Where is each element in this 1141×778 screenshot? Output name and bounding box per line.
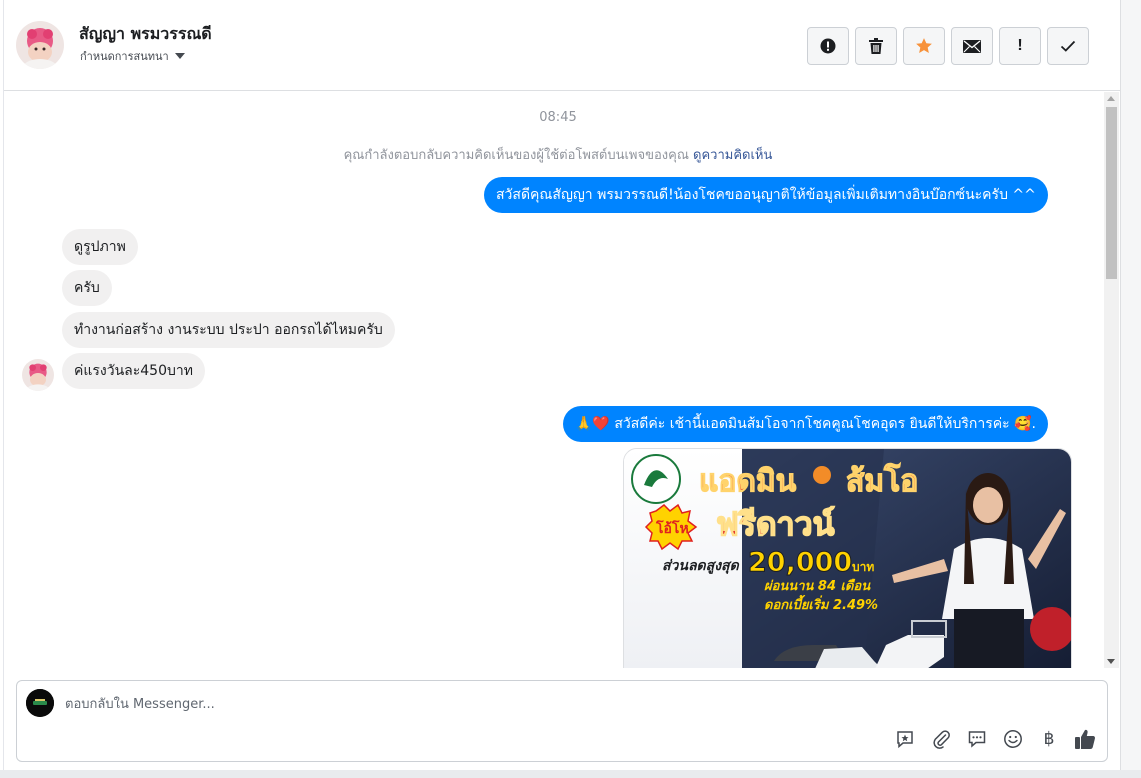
message-bubble-incoming[interactable]: ค่แรงวันละ450บาท xyxy=(62,353,205,389)
emoji-icon xyxy=(1004,730,1022,748)
assign-label: กำหนดการสนทนา xyxy=(80,50,169,63)
contact-name[interactable]: สัญญา พรมวรรณดี xyxy=(79,22,212,47)
scroll-down-arrow-icon[interactable] xyxy=(1107,659,1115,664)
promo-headline-name: ส้มโอ xyxy=(846,462,918,499)
promo-discount-label: ส่วนลดสูงสุด xyxy=(662,558,740,574)
emoji-button[interactable] xyxy=(1001,727,1025,751)
reply-composer: ฿ xyxy=(16,680,1108,762)
attach-file-button[interactable] xyxy=(929,727,953,751)
notice-text: คุณกำลังตอบกลับความคิดเห็นของผู้ใช้ต่อโพ… xyxy=(343,148,689,163)
mark-unread-button[interactable] xyxy=(951,27,993,65)
quick-reply-button[interactable] xyxy=(965,727,989,751)
contact-avatar-small xyxy=(22,359,54,391)
payment-button[interactable]: ฿ xyxy=(1037,727,1061,751)
like-button[interactable] xyxy=(1073,727,1097,751)
chat-bubble-icon xyxy=(968,731,986,748)
message-bubble-incoming[interactable]: ดูรูปภาพ xyxy=(62,229,138,265)
view-comment-link[interactable]: ดูความคิดเห็น xyxy=(693,148,772,163)
right-panel-edge xyxy=(1120,0,1141,778)
saved-reply-button[interactable] xyxy=(893,727,917,751)
thumbs-up-icon xyxy=(1075,729,1096,749)
promo-headline: แอดมิน xyxy=(699,464,797,499)
checkmark-icon xyxy=(1060,40,1076,52)
message-bubble-incoming[interactable]: ทำงานก่อสร้าง งานระบบ ประปา ออกรถได้ไหมค… xyxy=(62,312,395,348)
promo-installment: ผ่อนนาน 84 เดือน xyxy=(764,578,871,594)
message-thread[interactable]: 08:45 คุณกำลังตอบกลับความคิดเห็นของผู้ใช… xyxy=(4,92,1104,668)
reply-input[interactable] xyxy=(65,693,865,715)
saved-reply-icon xyxy=(897,731,913,749)
trash-icon xyxy=(869,38,883,54)
exclamation-mark: ! xyxy=(1017,37,1023,54)
promo-burst: โอ้โห xyxy=(655,519,689,537)
contact-avatar[interactable] xyxy=(16,21,64,69)
conversation-toolbar: ! xyxy=(807,27,1089,65)
mark-done-button[interactable] xyxy=(1047,27,1089,65)
thread-scrollbar[interactable] xyxy=(1104,92,1119,668)
promo-image[interactable]: แอดมิน ส้มโอ โอ้โห ฟรีดาวน์ ส่วนลดสูงสุด… xyxy=(623,448,1072,668)
composer-tools: ฿ xyxy=(893,727,1097,751)
scroll-up-arrow-icon[interactable] xyxy=(1107,96,1115,101)
scrollbar-thumb[interactable] xyxy=(1106,107,1117,279)
bottom-edge xyxy=(0,770,1141,778)
promo-discount-unit: บาท xyxy=(852,560,874,574)
spam-report-icon xyxy=(820,38,836,54)
mark-spam-button[interactable] xyxy=(807,27,849,65)
envelope-icon xyxy=(963,39,981,53)
message-bubble-incoming[interactable]: ครับ xyxy=(62,270,112,306)
message-bubble-outgoing[interactable]: สวัสดีคุณสัญญา พรมวรรณดี!น้องโชคขออนุญาต… xyxy=(484,177,1048,213)
baht-icon: ฿ xyxy=(1043,729,1055,749)
assign-conversation-dropdown[interactable]: กำหนดการสนทนา xyxy=(80,47,185,65)
attachment-icon xyxy=(933,730,950,749)
comment-reply-notice: คุณกำลังตอบกลับความคิดเห็นของผู้ใช้ต่อโพ… xyxy=(4,144,1104,165)
promo-discount-amount: 20,000 xyxy=(748,547,852,578)
conversation-header: สัญญา พรมวรรณดี กำหนดการสนทนา ! xyxy=(4,0,1120,91)
page-avatar xyxy=(26,689,54,717)
caret-down-icon xyxy=(174,53,185,59)
promo-offer: ฟรีดาวน์ xyxy=(716,505,835,543)
message-timestamp: 08:45 xyxy=(539,110,577,125)
follow-up-button[interactable]: ! xyxy=(999,27,1041,65)
star-icon xyxy=(916,38,932,53)
star-button[interactable] xyxy=(903,27,945,65)
delete-button[interactable] xyxy=(855,27,897,65)
message-bubble-outgoing[interactable]: 🙏❤️ สวัสดีค่ะ เช้านี้แอดมินส้มโอจากโชคคู… xyxy=(563,406,1048,442)
